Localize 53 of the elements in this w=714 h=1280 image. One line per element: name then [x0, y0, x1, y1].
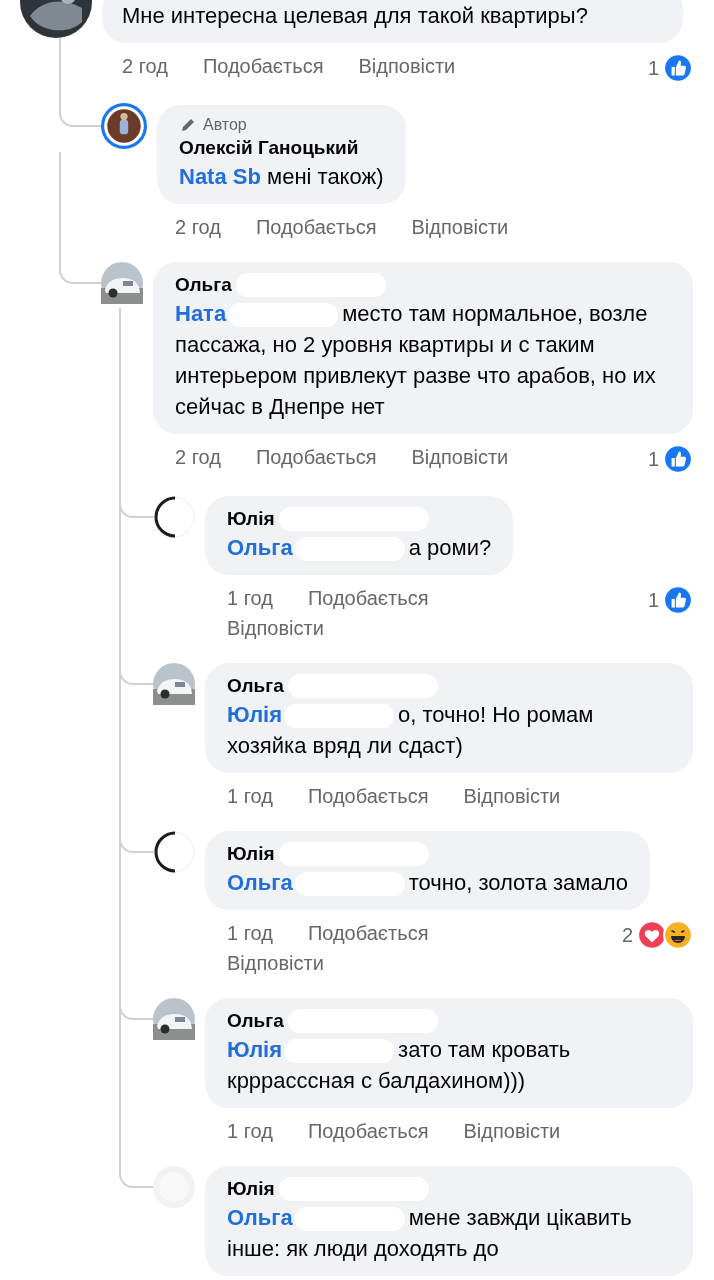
- comment-text: Nata Sb мені також): [179, 163, 384, 191]
- reply-link[interactable]: Відповісти: [463, 783, 561, 809]
- reaction-count[interactable]: 1: [647, 447, 659, 471]
- mention-link[interactable]: Юлія: [227, 702, 283, 727]
- author-name[interactable]: Ольга: [227, 673, 284, 699]
- reply-link[interactable]: Відповісти: [358, 53, 456, 79]
- timestamp: 1 год: [227, 784, 273, 809]
- comment-text: Ольга а роми?: [227, 534, 492, 563]
- reaction-count[interactable]: 2: [621, 923, 633, 947]
- timestamp: 2 год: [175, 445, 221, 470]
- reaction-count[interactable]: 1: [647, 588, 659, 612]
- comment-text: Ольга мене завжди цікавить інше: як люди доходять до: [227, 1204, 633, 1263]
- timestamp: 2 год: [175, 215, 221, 240]
- author-name[interactable]: Юлія: [227, 506, 275, 532]
- like-link[interactable]: Подобається: [307, 920, 429, 946]
- like-link[interactable]: Подобається: [307, 585, 429, 611]
- author-name[interactable]: Олексій Ганоцький: [179, 135, 359, 161]
- reply-link[interactable]: Відповісти: [411, 214, 509, 240]
- like-link[interactable]: Подобається: [202, 53, 324, 79]
- comment-text: Ната место там нормальное, возле пассажа, но 2 уровня квартиры и с таким интерьером привлекут разве что арабов, но их сейчас в Днепре нет: [175, 300, 657, 421]
- mention-link[interactable]: Ольга: [227, 1205, 293, 1230]
- like-link[interactable]: Подобається: [255, 444, 377, 470]
- comment-text: Мне интересна целевая для такой квартиры?: [122, 2, 589, 30]
- avatar[interactable]: [153, 998, 195, 1040]
- like-link[interactable]: Подобається: [255, 214, 377, 240]
- reply-link[interactable]: Відповісти: [463, 1118, 561, 1144]
- pencil-icon: [179, 116, 197, 134]
- reply-link[interactable]: Відповісти: [227, 950, 324, 976]
- author-name[interactable]: Юлія: [227, 841, 275, 867]
- reply-link[interactable]: Відповісти: [411, 444, 509, 470]
- mention-link[interactable]: Ольга: [227, 535, 293, 560]
- avatar[interactable]: [101, 103, 147, 149]
- timestamp: 2 год: [122, 54, 168, 79]
- like-link[interactable]: Подобається: [307, 783, 429, 809]
- avatar[interactable]: [153, 663, 195, 705]
- comment-text: Ольга точно, золота замало: [227, 869, 628, 898]
- like-link[interactable]: Подобається: [307, 1118, 429, 1144]
- mention-link[interactable]: Ната: [175, 301, 227, 326]
- mention-link[interactable]: Юлія: [227, 1037, 283, 1062]
- timestamp: 1 год: [227, 1119, 273, 1144]
- comment-text: Юлія зато там кровать крррасссная с балдахином))): [227, 1036, 572, 1095]
- mention-link[interactable]: Ольга: [227, 870, 293, 895]
- author-name[interactable]: Ольга: [175, 272, 232, 298]
- author-name[interactable]: Юлія: [227, 1176, 275, 1202]
- reaction-count[interactable]: 1: [647, 56, 659, 80]
- reply-link[interactable]: Відповісти: [227, 615, 324, 641]
- mention-link[interactable]: Nata Sb: [179, 164, 261, 189]
- timestamp: 1 год: [227, 586, 273, 611]
- comment-text: Юлія о, точно! Но ромам хозяйка вряд ли сдаст): [227, 701, 595, 760]
- author-label: Автор: [203, 115, 247, 135]
- author-name[interactable]: Ольга: [227, 1008, 284, 1034]
- avatar[interactable]: [101, 262, 143, 304]
- timestamp: 1 год: [227, 921, 273, 946]
